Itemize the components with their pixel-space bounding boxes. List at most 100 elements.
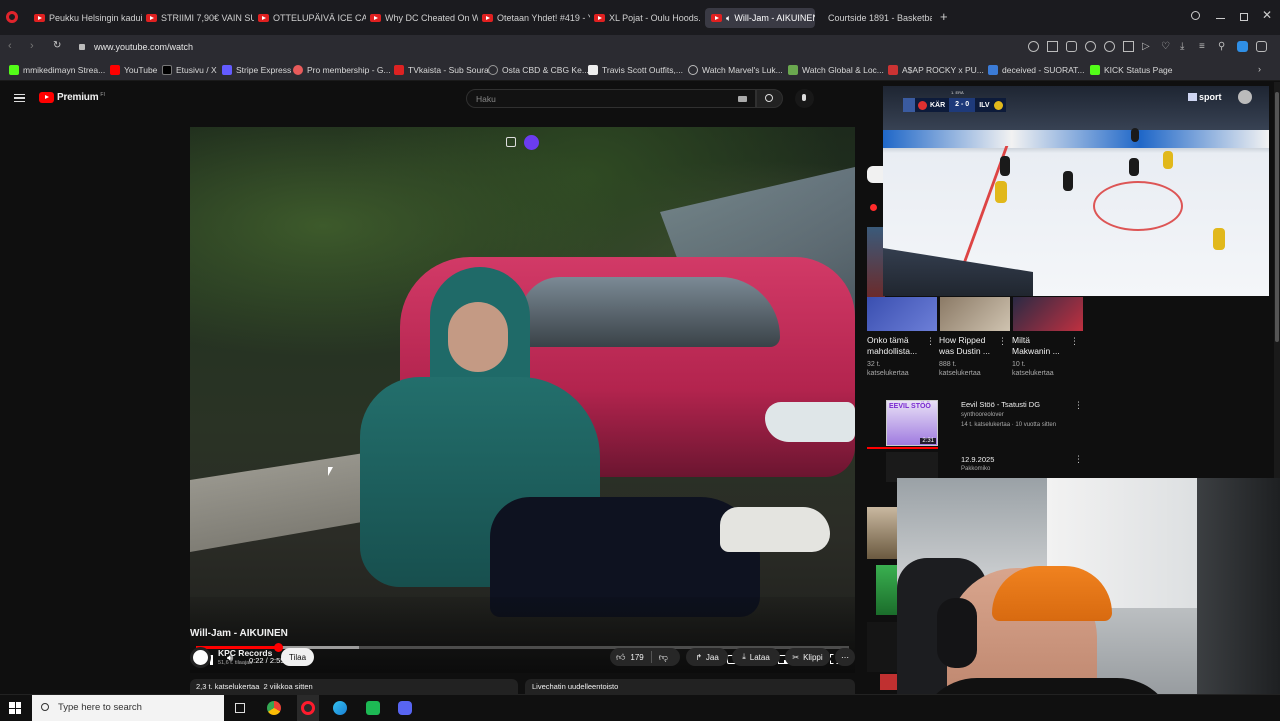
url-field[interactable]: www.youtube.com/watch [94, 42, 193, 52]
forward-icon[interactable]: › [30, 40, 34, 52]
bookmark[interactable]: A$AP ROCKY x PU... [888, 65, 984, 75]
player [995, 181, 1007, 203]
search-tabs-icon[interactable] [1191, 11, 1200, 20]
voice-search-button[interactable] [795, 89, 814, 108]
minimize-icon[interactable] [1216, 18, 1225, 19]
new-tab-icon[interactable]: + [940, 10, 948, 24]
bookmark[interactable]: Travis Scott Outfits,... [588, 65, 683, 75]
rec-channel[interactable]: synthooreolover [961, 412, 1004, 418]
more-icon[interactable]: ⋮ [998, 336, 1007, 347]
shorts-thumb[interactable] [1013, 297, 1083, 331]
extension-badge-icon[interactable] [524, 135, 539, 150]
bookmark[interactable]: mmikedimayn Strea... [9, 65, 105, 75]
share-button[interactable]: ↱ Jaa [686, 648, 728, 666]
back-icon[interactable]: ‹ [8, 40, 12, 52]
bookmark[interactable]: Pro membership - G... [293, 65, 391, 75]
bookmark[interactable]: TVkaista - Sub Soura [394, 65, 489, 75]
close-icon[interactable]: ✕ [1262, 8, 1272, 22]
bookmark[interactable]: KICK Status Page [1090, 65, 1173, 75]
download-button[interactable]: ⤓ Lataa [732, 648, 780, 666]
edit-icon[interactable] [1047, 41, 1058, 52]
play-icon[interactable]: ▷ [1142, 41, 1153, 52]
vpn-icon[interactable] [1104, 41, 1115, 52]
tab[interactable]: Peukku Helsingin kaduilla [34, 8, 142, 28]
tab[interactable]: STRIIMI 7,90€ VAIN SUNN [146, 8, 254, 28]
dislike-button[interactable]: 👎︎ [659, 652, 668, 663]
more-icon[interactable]: ⋮ [1074, 400, 1083, 411]
keyboard-icon[interactable] [738, 96, 747, 102]
search-button[interactable] [756, 89, 783, 108]
asap-icon [888, 65, 898, 75]
tab[interactable]: Why DC Cheated On Wei [370, 8, 478, 28]
aria-icon[interactable] [1237, 41, 1248, 52]
search-icon[interactable] [1028, 41, 1039, 52]
taskbar-search-box[interactable]: Type here to search [32, 695, 224, 721]
bookmark[interactable]: YouTube [110, 65, 157, 75]
browser-tab-bar: Peukku Helsingin kaduilla STRIIMI 7,90€ … [0, 0, 1280, 35]
scrubber-handle[interactable] [274, 643, 283, 652]
thumb-partial[interactable] [876, 565, 898, 615]
maximize-icon[interactable] [1240, 13, 1248, 21]
rec-title[interactable]: 12.9.2025 [961, 455, 994, 464]
shorts-thumb[interactable] [940, 297, 1010, 331]
channel-avatar[interactable] [190, 647, 211, 668]
more-bookmarks-icon[interactable]: › [1258, 64, 1261, 74]
task-view-icon[interactable] [235, 703, 245, 713]
opera-logo-icon[interactable] [6, 11, 18, 23]
tab[interactable]: Otetaan Yhdet! #419 - You [482, 8, 590, 28]
tab[interactable]: OTTELUPÄIVÄ ICE CAGE 5 [258, 8, 366, 28]
like-button[interactable]: 👍︎ 179 [616, 652, 644, 663]
opera-icon[interactable] [297, 695, 319, 721]
tab[interactable]: XL Pojat - Oulu Hoods. N [594, 8, 702, 28]
discord-icon[interactable] [398, 701, 412, 715]
clip-button[interactable]: ✂ Klippi [785, 648, 830, 666]
search-input[interactable]: Haku [466, 89, 756, 108]
more-icon[interactable]: ⋮ [1070, 336, 1079, 347]
description-box[interactable]: 2,3 t. katselukertaa 2 viikkoa sitten [190, 679, 518, 694]
page-icon [588, 65, 598, 75]
bookmark[interactable]: deceived - SUORAT... [988, 65, 1085, 75]
reload-icon[interactable]: ↻ [53, 40, 61, 51]
windows-start-button[interactable] [9, 702, 21, 714]
bookmark[interactable]: Watch Marvel's Luk... [688, 65, 783, 75]
extension-icon[interactable] [1085, 41, 1096, 52]
rec-short[interactable]: How Ripped was Dustin ... 888 t. katselu… [939, 335, 1007, 378]
wallet-icon[interactable] [1123, 41, 1134, 52]
download-icon[interactable]: ⤓ [1180, 41, 1191, 52]
subscribe-button[interactable]: Tilaa [281, 648, 314, 666]
rec-title[interactable]: Eevil Stöö - Tsatusti DG [961, 400, 1040, 409]
camera-icon[interactable] [1066, 41, 1077, 52]
settings-icon[interactable] [1256, 41, 1267, 52]
profile-icon[interactable]: ⚲ [1218, 41, 1229, 52]
rec-channel[interactable]: Pakkomiko [961, 466, 990, 472]
hamburger-menu-icon[interactable] [14, 94, 25, 102]
spotify-icon[interactable] [366, 701, 380, 715]
shorts-thumb[interactable] [867, 297, 937, 331]
thumb-partial[interactable] [880, 674, 898, 690]
channel-name[interactable]: KPC Records [218, 648, 272, 658]
bookmark[interactable]: Etusivu / X [162, 65, 217, 75]
bookmark[interactable]: Osta CBD & CBG Ke... [488, 65, 589, 75]
bookmark[interactable]: Watch Global & Loc... [788, 65, 884, 75]
thumb-partial[interactable] [867, 622, 897, 672]
tab[interactable]: Courtside 1891 - Basketba [824, 8, 932, 28]
cast-icon[interactable] [506, 137, 516, 147]
edge-icon[interactable] [333, 701, 347, 715]
live-dot-icon [870, 204, 877, 211]
youtube-logo[interactable]: Premium FI [39, 92, 105, 103]
livechat-replay[interactable]: Livechatin uudelleentoisto [525, 679, 855, 694]
chrome-icon[interactable] [267, 701, 281, 715]
menu-icon[interactable]: ≡ [1199, 41, 1210, 52]
rec-short[interactable]: Onko tämä mahdollista... 32 t. katseluke… [867, 335, 935, 378]
rec-thumbnail[interactable]: EEVIL STÖÖ 2:31 [886, 400, 938, 446]
tab-active[interactable]: 🔈︎ Will-Jam - AIKUINEN [705, 8, 815, 28]
more-icon[interactable]: ⋮ [1074, 454, 1083, 465]
video-player[interactable]: 🔊︎ 0:22 / 2:55 ⚙ [190, 127, 855, 673]
thumb-partial[interactable] [867, 507, 897, 559]
more-icon[interactable]: ⋮ [926, 336, 935, 347]
heart-icon[interactable]: ♡ [1161, 41, 1172, 52]
scrollbar-thumb[interactable] [1275, 92, 1279, 342]
bookmark[interactable]: Stripe Express [222, 65, 291, 75]
more-actions-button[interactable]: ⋯ [835, 648, 855, 666]
scissors-icon: ✂ [792, 652, 800, 662]
